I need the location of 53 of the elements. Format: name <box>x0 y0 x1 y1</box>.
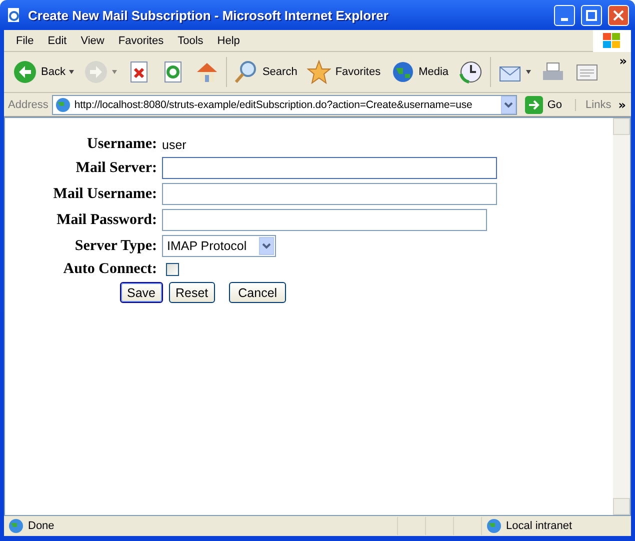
document-icon <box>6 7 22 23</box>
address-label: Address <box>8 98 48 110</box>
form-button[interactable]: Reset <box>168 282 216 303</box>
form-button[interactable]: Save <box>120 282 162 303</box>
links-button[interactable]: Links <box>574 98 612 110</box>
search-icon <box>234 60 258 84</box>
menu-item[interactable]: Favorites <box>112 32 170 48</box>
media-button[interactable]: Media <box>388 58 452 86</box>
go-button[interactable]: Go <box>521 96 566 114</box>
page-icon <box>8 518 24 534</box>
input-field[interactable] <box>162 157 497 179</box>
maximize-button[interactable] <box>581 4 602 26</box>
clock-icon <box>458 60 483 84</box>
search-button[interactable]: Search <box>231 58 300 86</box>
menu-item[interactable]: File <box>10 32 40 48</box>
minimize-button[interactable] <box>554 4 575 26</box>
minimize-icon <box>561 18 568 20</box>
back-button[interactable]: Back <box>10 58 78 86</box>
close-button[interactable] <box>608 4 629 26</box>
input-field[interactable] <box>162 209 487 231</box>
menu-item[interactable]: Help <box>211 32 246 48</box>
zone-text: Local intranet <box>506 520 572 532</box>
page-icon <box>55 96 72 112</box>
input-field[interactable] <box>162 183 497 205</box>
network-icon <box>486 518 502 534</box>
close-icon <box>613 10 624 20</box>
maximize-icon <box>586 10 597 20</box>
caret-icon <box>504 102 514 108</box>
star-icon <box>307 60 332 84</box>
window-title: Create New Mail Subscription - Microsoft Internet Explorer <box>28 8 390 22</box>
checkbox[interactable] <box>166 263 179 276</box>
field-label: Username: <box>87 136 157 153</box>
server-type-select[interactable]: IMAP Protocol <box>162 235 276 257</box>
address-field[interactable]: http://localhost:8080/struts-example/editSubscription.do?action=Create&username=use <box>52 94 518 114</box>
links-more-button[interactable]: » <box>615 98 629 112</box>
favorites-button[interactable]: Favorites <box>304 58 384 86</box>
status-text: Done <box>28 520 56 532</box>
field-label: Server Type: <box>74 238 157 254</box>
menu-item[interactable]: Edit <box>42 32 73 48</box>
field-label: Mail Server: <box>76 160 157 176</box>
globe-icon <box>390 60 415 84</box>
home-icon <box>195 60 220 84</box>
toolbar-more-button[interactable]: » <box>615 54 631 68</box>
windows-flag-icon <box>602 32 622 50</box>
form-button[interactable]: Cancel <box>229 282 286 303</box>
dropdown-button[interactable] <box>501 96 516 114</box>
menu-item[interactable]: View <box>74 32 110 48</box>
caret-icon <box>262 243 271 249</box>
field-label: Auto Connect: <box>63 261 157 278</box>
field-label: Mail Username: <box>53 186 157 202</box>
username-value: user <box>162 138 186 152</box>
field-label: Mail Password: <box>56 212 157 228</box>
menu-item[interactable]: Tools <box>172 32 210 48</box>
